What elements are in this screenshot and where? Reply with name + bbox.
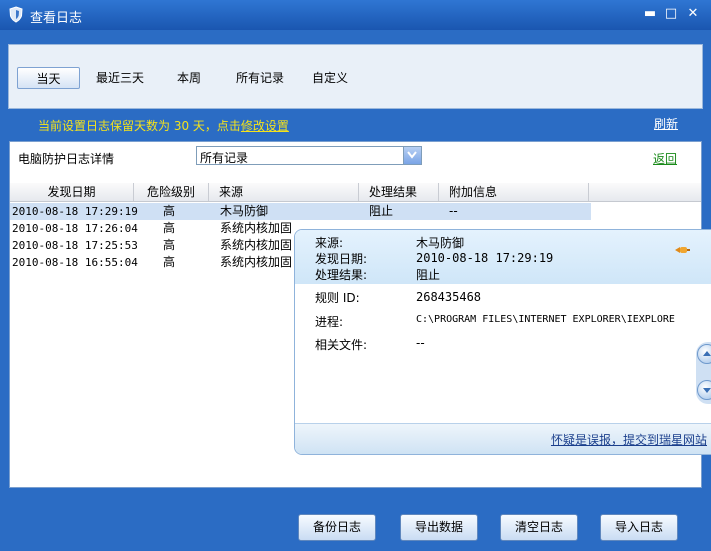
table-row[interactable]: 2010-08-18 17:29:19 高 木马防御 阻止 -- <box>10 203 591 220</box>
report-false-positive-link[interactable]: 怀疑是误报，提交到瑞星网站 <box>551 431 707 448</box>
row-source: 系统内核加固 <box>220 221 293 235</box>
backup-log-button[interactable]: 备份日志 <box>298 514 376 541</box>
row-level: 高 <box>163 238 176 252</box>
scroll-down-button[interactable] <box>697 380 711 400</box>
log-filter-value: 所有记录 <box>200 151 249 165</box>
row-date: 2010-08-18 17:29:19 <box>12 205 138 218</box>
column-header-date[interactable]: 发现日期 <box>10 183 134 201</box>
row-result: 阻止 <box>369 204 394 218</box>
tab-today[interactable]: 当天 <box>17 67 80 89</box>
tab-last-three-days[interactable]: 最近三天 <box>92 67 148 89</box>
clear-log-button[interactable]: 清空日志 <box>500 514 578 541</box>
minimize-button[interactable]: ▬ <box>643 7 657 21</box>
close-button[interactable]: ✕ <box>686 7 700 21</box>
detail-file-label: 相关文件: <box>315 338 368 352</box>
popup-footer: 怀疑是误报，提交到瑞星网站 <box>295 423 711 454</box>
detail-rule-label: 规则 ID: <box>315 291 360 305</box>
title-bar: 查看日志 ▬ □ ✕ <box>0 0 711 30</box>
import-log-button[interactable]: 导入日志 <box>600 514 678 541</box>
row-level: 高 <box>163 255 176 269</box>
window-title: 查看日志 <box>30 11 83 26</box>
row-date: 2010-08-18 17:26:04 <box>12 222 138 235</box>
refresh-link[interactable]: 刷新 <box>654 115 678 132</box>
tab-custom[interactable]: 自定义 <box>308 67 352 89</box>
detail-source-value: 木马防御 <box>416 236 465 250</box>
detail-date-label: 发现日期: <box>315 252 368 266</box>
row-date: 2010-08-18 17:25:53 <box>12 239 138 252</box>
column-header-source[interactable]: 来源 <box>209 183 359 201</box>
shield-icon <box>9 6 23 23</box>
row-level: 高 <box>163 221 176 235</box>
chevron-down-icon[interactable] <box>403 147 421 164</box>
detail-source-label: 来源: <box>315 236 344 250</box>
row-level: 高 <box>163 204 176 218</box>
log-filter-select[interactable]: 所有记录 <box>196 146 422 165</box>
log-type-label: 电脑防护日志详情 <box>18 152 115 166</box>
scroll-up-button[interactable] <box>697 344 711 364</box>
column-header-level[interactable]: 危险级别 <box>134 183 209 201</box>
detail-result-value: 阻止 <box>416 268 441 282</box>
row-source: 系统内核加固 <box>220 238 293 252</box>
period-tab-bar: 当天 最近三天 本周 所有记录 自定义 <box>8 44 703 109</box>
tab-this-week[interactable]: 本周 <box>173 67 205 89</box>
detail-result-label: 处理结果: <box>315 268 368 282</box>
retention-info: 当前设置日志保留天数为 30 天，点击修改设置 <box>38 117 289 134</box>
detail-date-value: 2010-08-18 17:29:19 <box>416 251 554 265</box>
row-source: 系统内核加固 <box>220 255 293 269</box>
column-header-extra[interactable]: 附加信息 <box>439 183 589 201</box>
column-header-result[interactable]: 处理结果 <box>359 183 439 201</box>
maximize-button[interactable]: □ <box>664 7 678 21</box>
row-date: 2010-08-18 16:55:04 <box>12 256 138 269</box>
detail-file-value: -- <box>416 336 425 350</box>
row-extra: -- <box>449 204 458 218</box>
modify-settings-link[interactable]: 修改设置 <box>241 119 289 133</box>
table-header: 发现日期 危险级别 来源 处理结果 附加信息 <box>10 183 701 202</box>
retention-text: 当前设置日志保留天数为 30 天，点击 <box>38 119 241 133</box>
back-link[interactable]: 返回 <box>653 150 677 167</box>
detail-process-label: 进程: <box>315 315 344 329</box>
detail-rule-value: 268435468 <box>416 290 482 304</box>
export-data-button[interactable]: 导出数据 <box>400 514 478 541</box>
detail-process-value: C:\PROGRAM FILES\INTERNET EXPLORER\IEXPL… <box>416 314 675 325</box>
pin-icon[interactable] <box>673 244 691 256</box>
log-detail-popup: 来源: 木马防御 发现日期: 2010-08-18 17:29:19 处理结果:… <box>294 229 711 455</box>
row-source: 木马防御 <box>220 204 269 218</box>
tab-all-records[interactable]: 所有记录 <box>232 67 288 89</box>
